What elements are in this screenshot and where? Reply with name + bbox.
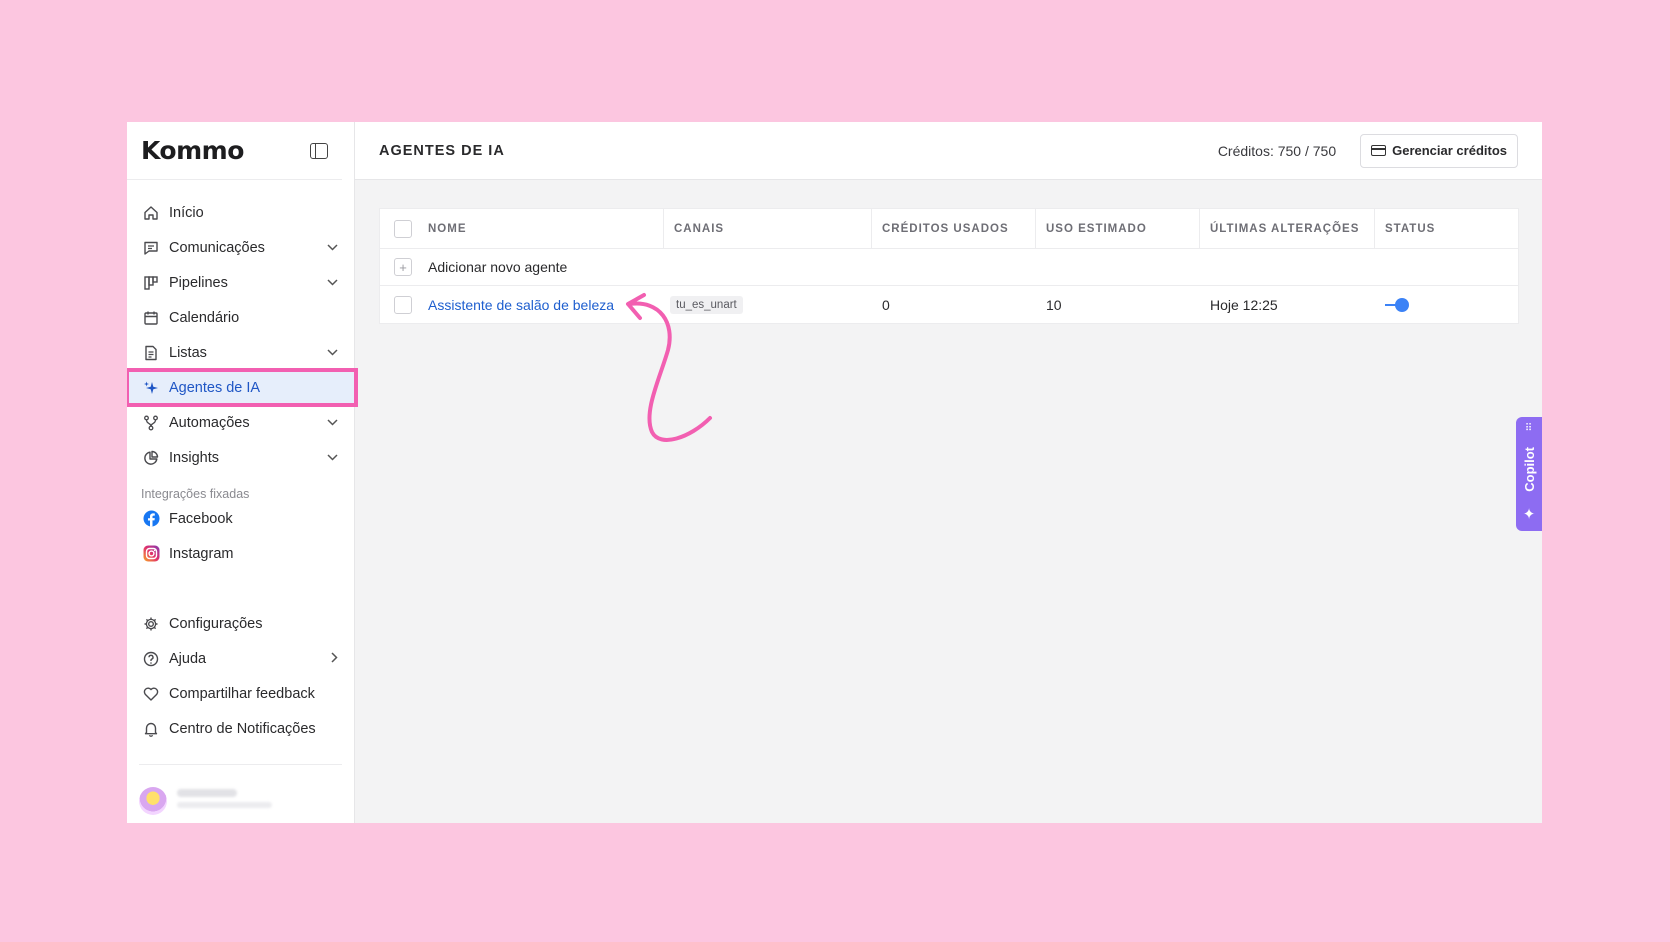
facebook-icon	[142, 510, 160, 528]
divider	[139, 764, 342, 765]
status-toggle[interactable]	[1385, 297, 1411, 312]
manage-credits-label: Gerenciar créditos	[1392, 143, 1507, 158]
bell-icon	[142, 720, 160, 738]
column-header-ultimas-alteracoes: ÚLTIMAS ALTERAÇÕES	[1200, 209, 1375, 248]
sidebar-item-label: Listas	[169, 344, 207, 361]
main-nav: Início Comunicações Pipelines Calendário…	[127, 180, 358, 746]
sidebar-item-facebook[interactable]: Facebook	[127, 501, 354, 536]
pipeline-icon	[142, 274, 160, 292]
table-row[interactable]: Assistente de salão de beleza tu_es_unar…	[380, 286, 1518, 323]
gear-icon	[142, 615, 160, 633]
column-header-canais: CANAIS	[664, 209, 872, 248]
chat-icon	[142, 239, 160, 257]
chevron-down-icon[interactable]	[327, 347, 338, 359]
sidebar-item-inicio[interactable]: Início	[127, 195, 354, 230]
chevron-down-icon[interactable]	[327, 277, 338, 289]
user-profile[interactable]	[139, 787, 272, 815]
sidebar-item-label: Configurações	[169, 615, 263, 632]
help-icon	[142, 650, 160, 668]
sidebar-toggle-icon[interactable]	[310, 142, 328, 159]
pinned-integrations-label: Integrações fixadas	[141, 487, 250, 501]
add-agent-label[interactable]: Adicionar novo agente	[428, 259, 567, 275]
agents-table: NOME CANAIS CRÉDITOS USADOS USO ESTIMADO…	[379, 208, 1519, 324]
sidebar-item-listas[interactable]: Listas	[127, 335, 354, 370]
top-bar: AGENTES DE IA Créditos: 750 / 750 Gerenc…	[355, 122, 1542, 180]
sidebar-item-configuracoes[interactable]: Configurações	[127, 606, 354, 641]
sidebar-item-comunicacoes[interactable]: Comunicações	[127, 230, 354, 265]
estimated-use-cell: 10	[1046, 296, 1062, 313]
chevron-down-icon[interactable]	[327, 417, 338, 429]
sidebar-item-label: Ajuda	[169, 650, 207, 667]
row-checkbox[interactable]	[394, 295, 412, 314]
credits-used-cell: 0	[882, 296, 890, 313]
sidebar-item-calendario[interactable]: Calendário	[127, 300, 354, 335]
toggle-knob	[1395, 297, 1409, 312]
sidebar-item-label: Instagram	[169, 545, 234, 562]
sidebar-item-instagram[interactable]: Instagram	[127, 536, 354, 571]
chevron-right-icon[interactable]	[331, 651, 338, 666]
kommo-logo: Kommo	[141, 136, 244, 165]
sidebar-item-pipelines[interactable]: Pipelines	[127, 265, 354, 300]
sidebar-item-label: Pipelines	[169, 274, 228, 291]
app-window: Kommo Início Comunicações Pipelines Cale…	[127, 122, 1542, 823]
calendar-icon	[142, 309, 160, 327]
sidebar-item-label: Comunicações	[169, 239, 265, 256]
status-cell	[1375, 286, 1520, 323]
page-title: AGENTES DE IA	[379, 142, 505, 159]
add-agent-row[interactable]: + Adicionar novo agente	[380, 249, 1518, 286]
channel-tag: tu_es_unart	[670, 295, 743, 314]
sidebar-item-label: Facebook	[169, 510, 233, 527]
agent-name-cell: Assistente de salão de beleza	[380, 286, 664, 323]
sidebar-item-label: Centro de Notificações	[169, 720, 316, 737]
copilot-tab[interactable]: ⠿ Copilot ✦	[1516, 417, 1542, 531]
chevron-down-icon[interactable]	[327, 452, 338, 464]
sidebar-item-label: Calendário	[169, 309, 240, 326]
channel-cell: tu_es_unart	[664, 286, 872, 323]
blurred-user-name	[177, 789, 237, 797]
manage-credits-button[interactable]: Gerenciar créditos	[1360, 133, 1518, 168]
brand-row: Kommo	[127, 122, 342, 180]
drag-handle-icon[interactable]: ⠿	[1525, 424, 1533, 434]
sidebar-item-label: Automações	[169, 414, 250, 431]
sparkle-icon	[142, 379, 160, 397]
home-icon	[142, 204, 160, 222]
list-icon	[142, 344, 160, 362]
sidebar-item-feedback[interactable]: Compartilhar feedback	[127, 676, 354, 711]
avatar[interactable]	[139, 787, 167, 815]
agent-name-link[interactable]: Assistente de salão de beleza	[428, 297, 614, 313]
sidebar-item-label: Insights	[169, 449, 219, 466]
heart-icon	[142, 685, 160, 703]
column-header-nome: NOME	[380, 209, 664, 248]
credits-counter: Créditos: 750 / 750	[1217, 142, 1337, 159]
instagram-icon	[142, 545, 160, 563]
credit-card-icon	[1371, 145, 1387, 156]
select-all-checkbox[interactable]	[394, 219, 412, 238]
table-header: NOME CANAIS CRÉDITOS USADOS USO ESTIMADO…	[380, 209, 1518, 249]
chevron-down-icon[interactable]	[327, 242, 338, 254]
sidebar-item-label: Agentes de IA	[169, 379, 261, 396]
copilot-label: Copilot	[1521, 446, 1537, 492]
last-change-cell: Hoje 12:25	[1210, 296, 1278, 313]
add-agent-cell[interactable]: + Adicionar novo agente	[380, 249, 1520, 285]
sidebar-item-label: Compartilhar feedback	[169, 685, 315, 702]
main-content: AGENTES DE IA Créditos: 750 / 750 Gerenc…	[355, 122, 1542, 823]
pie-chart-icon	[142, 449, 160, 467]
automation-icon	[142, 414, 160, 432]
sparkle-icon: ✦	[1522, 505, 1536, 523]
sidebar-item-automacoes[interactable]: Automações	[127, 405, 354, 440]
blurred-user-email	[177, 802, 272, 808]
sidebar-item-notificacoes[interactable]: Centro de Notificações	[127, 711, 354, 746]
column-label: NOME	[428, 222, 467, 235]
column-header-status: STATUS	[1385, 222, 1436, 235]
plus-icon[interactable]: +	[394, 258, 412, 276]
sidebar-item-ajuda[interactable]: Ajuda	[127, 641, 354, 676]
sidebar-item-insights[interactable]: Insights	[127, 440, 354, 475]
column-header-uso-estimado: USO ESTIMADO	[1036, 209, 1200, 248]
user-info-blurred	[177, 789, 272, 813]
sidebar-item-label: Início	[169, 204, 204, 221]
sidebar-item-agentes-de-ia[interactable]: Agentes de IA	[127, 368, 358, 407]
column-header-creditos-usados: CRÉDITOS USADOS	[872, 209, 1036, 248]
sidebar: Kommo Início Comunicações Pipelines Cale…	[127, 122, 358, 823]
